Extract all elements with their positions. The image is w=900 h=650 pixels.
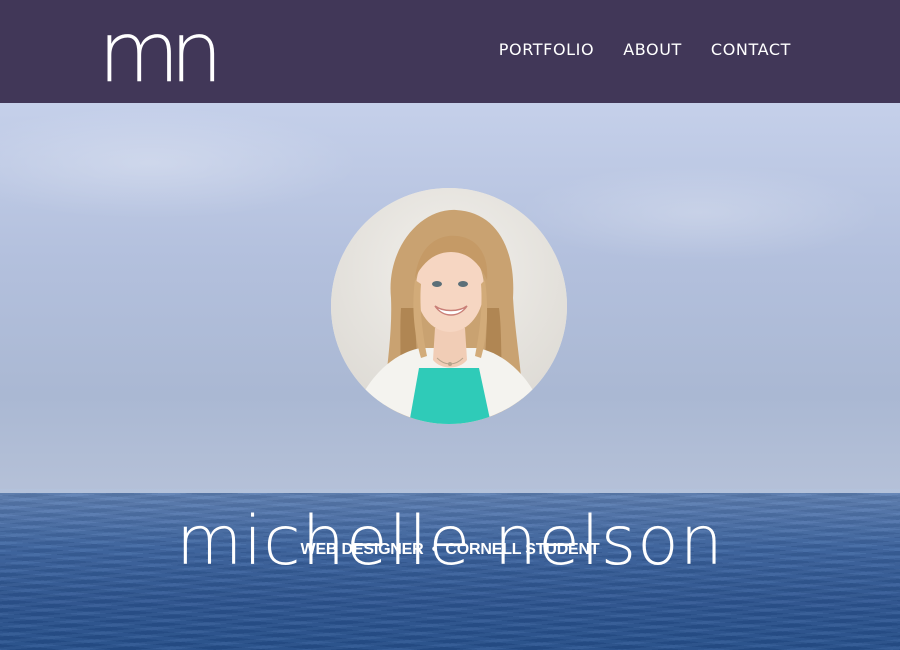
nav-portfolio[interactable]: PORTFOLIO (499, 40, 594, 59)
nav-about[interactable]: ABOUT (623, 40, 682, 59)
page: mn PORTFOLIO ABOUT CONTACT michelle nels… (0, 0, 900, 650)
profile-illustration (331, 188, 567, 424)
logo[interactable]: mn (98, 10, 223, 94)
main-nav: PORTFOLIO ABOUT CONTACT (499, 40, 791, 59)
site-header: mn PORTFOLIO ABOUT CONTACT (0, 0, 900, 103)
nav-contact[interactable]: CONTACT (711, 40, 791, 59)
hero-tagline: WEB DESIGNER • CORNELL STUDENT (0, 541, 900, 559)
profile-photo (331, 188, 567, 424)
tagline-separator: • (431, 541, 438, 558)
tagline-role: WEB DESIGNER (300, 541, 424, 558)
tagline-school: CORNELL STUDENT (445, 541, 600, 558)
